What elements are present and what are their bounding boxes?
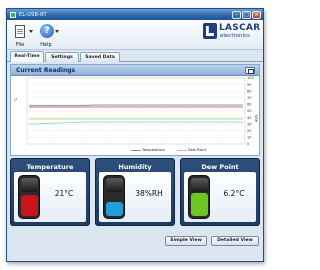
- simple-view-button[interactable]: Simple View: [165, 236, 207, 246]
- gauge-cap: [191, 178, 208, 192]
- title-bar: EL-USB-RT – □ ×: [7, 9, 263, 20]
- gauge-fill: [191, 193, 208, 216]
- file-menu[interactable]: File: [10, 23, 33, 49]
- card-title: Dew Point: [201, 163, 239, 171]
- chevron-down-icon: [29, 30, 33, 33]
- right-tick-label: 90: [247, 83, 251, 87]
- right-tick-label: 30: [247, 122, 251, 126]
- app-icon: [10, 11, 16, 18]
- right-tick-label: 100: [247, 76, 254, 80]
- tab-real-time[interactable]: Real-Time: [10, 51, 44, 62]
- tab-settings[interactable]: Settings: [45, 52, 79, 62]
- humidity-gauge: [103, 175, 125, 219]
- logo-subtitle: electronics: [220, 33, 250, 39]
- right-tick-label: 60: [247, 103, 251, 107]
- detailed-view-button[interactable]: Detailed View: [211, 236, 259, 246]
- file-icon: [15, 25, 25, 38]
- temperature-value: 21°C: [54, 189, 74, 198]
- chart-window-button[interactable]: [245, 67, 255, 74]
- maximize-button[interactable]: □: [242, 10, 251, 19]
- right-tick-label: 0: [247, 142, 249, 146]
- readings-chart: 1009080706050403020100 °C %RH: [14, 76, 258, 146]
- help-menu-label: Help: [40, 42, 52, 48]
- tab-saved-data[interactable]: Saved Data: [80, 52, 120, 62]
- temperature-card: Temperature 21°C: [10, 158, 90, 226]
- right-axis-label: %RH: [254, 114, 258, 123]
- window-title: EL-USB-RT: [19, 11, 47, 18]
- current-readings-panel: Current Readings 100 90 80 70 60 50 40 30 20 10 0 …: [10, 64, 260, 156]
- app-window: EL-USB-RT – □ × File ? Help LASCAR elect…: [6, 8, 264, 262]
- legend-temperature: Temperature: [131, 148, 165, 152]
- right-tick-label: 80: [247, 89, 251, 93]
- card-title: Temperature: [26, 163, 74, 171]
- gauge-cap: [106, 178, 123, 192]
- right-tick-label: 50: [247, 109, 251, 113]
- card-body: 38%RH: [99, 172, 171, 222]
- tab-bar: Real-Time Settings Saved Data: [7, 51, 263, 62]
- chevron-down-icon: [55, 30, 59, 33]
- legend-label: Temperature: [142, 148, 165, 152]
- help-icon: ?: [40, 24, 54, 38]
- card-body: 21°C: [14, 172, 86, 222]
- logo-name: LASCAR: [219, 23, 261, 33]
- legend-swatch: [131, 149, 141, 151]
- legend-dew-point: Dew Point: [177, 148, 206, 152]
- right-tick-label: 20: [247, 129, 251, 133]
- minimize-button[interactable]: –: [232, 10, 241, 19]
- right-tick-label: 70: [247, 96, 251, 100]
- humidity-card: Humidity 38%RH: [95, 158, 175, 226]
- gauge-fill: [106, 201, 123, 216]
- card-title: Humidity: [118, 163, 152, 171]
- panel-title: Current Readings: [11, 65, 259, 76]
- right-tick-label: 10: [247, 136, 251, 140]
- right-axis-ticks: 1009080706050403020100: [247, 76, 254, 146]
- close-button[interactable]: ×: [252, 10, 261, 19]
- dew-point-value: 6.2°C: [223, 189, 245, 198]
- help-menu[interactable]: ? Help: [36, 23, 59, 49]
- dew-point-gauge: [188, 175, 210, 219]
- right-tick-label: 40: [247, 116, 251, 120]
- humidity-value: 38%RH: [135, 189, 163, 198]
- temperature-gauge: [18, 175, 40, 219]
- left-axis-label: °C: [14, 97, 18, 102]
- dew-point-card: Dew Point 6.2°C: [180, 158, 260, 226]
- gauge-fill: [21, 195, 38, 216]
- card-body: 6.2°C: [184, 172, 256, 222]
- brand-logo: LASCAR electronics: [203, 23, 260, 43]
- legend-swatch: [177, 149, 187, 151]
- file-menu-label: File: [15, 42, 25, 48]
- legend-label: Dew Point: [188, 148, 206, 152]
- logo-mark: [203, 23, 217, 39]
- gauge-cap: [21, 178, 38, 192]
